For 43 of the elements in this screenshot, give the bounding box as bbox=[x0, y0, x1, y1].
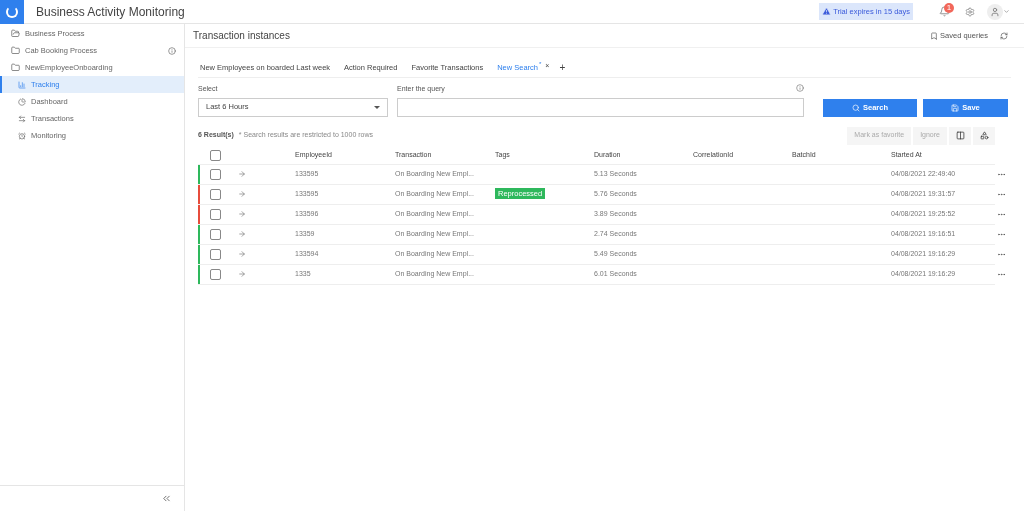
columns-button[interactable] bbox=[949, 126, 971, 145]
user-menu[interactable] bbox=[987, 3, 1010, 20]
shapes-button[interactable] bbox=[973, 126, 995, 145]
app-title: Business Activity Monitoring bbox=[36, 3, 185, 21]
query-field[interactable] bbox=[397, 97, 804, 117]
bookmark-icon bbox=[930, 31, 939, 40]
caret-icon bbox=[1003, 8, 1010, 15]
search-icon bbox=[852, 103, 860, 112]
chart-icon bbox=[18, 80, 26, 89]
page-title: Transaction instances bbox=[193, 29, 291, 43]
notification-badge: 1 bbox=[944, 3, 954, 13]
alarm-clock-icon bbox=[18, 131, 26, 140]
arrow-icon[interactable] bbox=[238, 190, 246, 198]
checkbox[interactable] bbox=[210, 168, 221, 180]
shapes-icon bbox=[979, 131, 989, 140]
arrow-icon[interactable] bbox=[238, 210, 246, 218]
checkbox[interactable] bbox=[210, 149, 221, 161]
arrow-icon[interactable] bbox=[238, 270, 246, 278]
checkbox[interactable] bbox=[210, 228, 221, 240]
refresh-icon[interactable] bbox=[1000, 31, 1008, 40]
checkbox[interactable] bbox=[210, 248, 221, 260]
collapse-icon[interactable] bbox=[161, 493, 172, 504]
settings-icon[interactable] bbox=[965, 6, 975, 17]
arrows-icon bbox=[18, 114, 26, 123]
folder-icon bbox=[11, 46, 20, 55]
columns-icon bbox=[955, 131, 965, 140]
pie-chart-icon bbox=[18, 97, 26, 106]
arrow-icon[interactable] bbox=[238, 250, 246, 258]
checkbox[interactable] bbox=[210, 188, 221, 200]
warning-icon bbox=[822, 7, 832, 16]
save-icon bbox=[951, 103, 960, 112]
caret-icon bbox=[374, 105, 380, 109]
checkbox[interactable] bbox=[210, 268, 221, 280]
folder-icon bbox=[11, 63, 20, 72]
folder-icon bbox=[11, 29, 20, 38]
bell-icon bbox=[939, 6, 950, 17]
info-icon bbox=[168, 46, 176, 55]
add-tab-button[interactable]: + bbox=[559, 63, 566, 73]
info-icon bbox=[796, 84, 804, 92]
arrow-icon[interactable] bbox=[238, 170, 246, 178]
arrow-icon[interactable] bbox=[238, 230, 246, 238]
user-icon bbox=[990, 6, 1000, 17]
checkbox[interactable] bbox=[210, 208, 221, 220]
